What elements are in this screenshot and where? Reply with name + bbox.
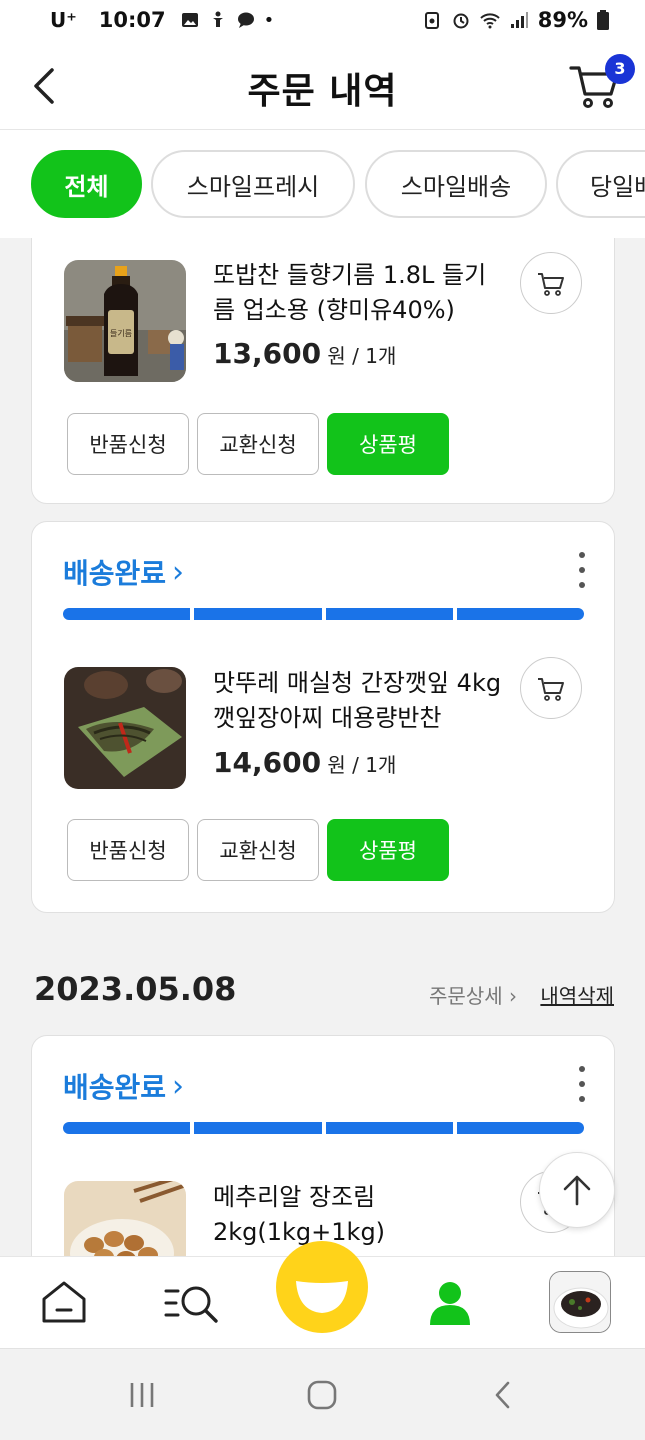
home-icon (42, 1281, 86, 1323)
order-list[interactable]: 들기름 또밥찬 들향기름 1.8L 들기름 업소용 (향미유40%) 13,60… (0, 238, 645, 1256)
scroll-to-top-button[interactable] (539, 1152, 615, 1228)
chevron-right-icon: › (172, 1068, 185, 1104)
signal-icon (510, 12, 528, 28)
category-search-icon (164, 1286, 218, 1323)
product-review-button[interactable]: 상품평 (327, 819, 449, 881)
notification-icons: • (180, 9, 275, 31)
product-thumbnail[interactable]: 들기름 (64, 260, 186, 382)
order-date: 2023.05.08 (34, 970, 237, 1008)
recent-apps-button[interactable] (122, 1377, 162, 1413)
add-to-cart-button[interactable] (520, 252, 582, 314)
smile-face-icon (296, 1281, 348, 1313)
delivery-progress-bar (63, 608, 584, 620)
add-to-cart-button[interactable] (520, 657, 582, 719)
person-icon (430, 1282, 470, 1325)
filter-chip-smile-delivery[interactable]: 스마일배송 (365, 150, 547, 218)
sesame-oil-image: 들기름 (64, 260, 186, 382)
chevron-right-icon: › (172, 554, 185, 590)
chat-icon (237, 12, 254, 28)
filter-chip-same-day[interactable]: 당일배 (556, 150, 645, 218)
price-value: 14,600 (213, 746, 322, 779)
system-status: 89% (422, 8, 609, 32)
return-request-button[interactable]: 반품신청 (67, 819, 189, 881)
status-bar: U⁺ 10:07 • 89% (0, 0, 645, 40)
more-options-button[interactable] (572, 1066, 592, 1102)
delivery-status-link[interactable]: 배송완료 › (63, 552, 184, 592)
recently-viewed-button[interactable] (549, 1271, 611, 1333)
page-title: 주문 내역 (247, 71, 398, 112)
system-home-button[interactable] (302, 1377, 342, 1413)
product-thumbnail[interactable] (64, 667, 186, 789)
product-name[interactable]: 메추리알 장조림 2kg(1kg+1kg) (213, 1180, 503, 1250)
recent-apps-icon (130, 1383, 154, 1407)
back-chevron-icon (495, 1381, 510, 1409)
nav-category-search[interactable] (162, 1275, 222, 1331)
more-options-button[interactable] (572, 552, 592, 588)
home-circle-icon (307, 1380, 337, 1410)
wifi-icon (480, 13, 500, 29)
cart-count-badge: 3 (605, 54, 635, 84)
battery-percent: 89% (537, 8, 588, 32)
battery-icon (597, 10, 609, 30)
delete-history-link[interactable]: 내역삭제 (540, 980, 614, 1009)
nav-home[interactable] (34, 1275, 94, 1331)
product-thumbnail[interactable] (64, 1181, 186, 1256)
filter-chips: 전체 스마일프레시 스마일배송 당일배 (0, 130, 645, 238)
accessibility-icon (212, 11, 223, 27)
product-price: 13,600 원 / 1개 (213, 337, 396, 370)
svg-text:들기름: 들기름 (110, 329, 132, 338)
filter-chip-smile-fresh[interactable]: 스마일프레시 (151, 150, 355, 218)
arrow-up-icon (563, 1175, 591, 1206)
delivery-status: 배송완료 (63, 557, 167, 590)
smile-home-button[interactable] (276, 1241, 368, 1333)
order-card: 배송완료 › 메추리알 장조림 2kg(1kg+1kg) (31, 1035, 615, 1256)
product-review-button[interactable]: 상품평 (327, 413, 449, 475)
system-back-button[interactable] (484, 1377, 524, 1413)
cart-icon (538, 678, 564, 701)
bottom-navigation (0, 1241, 645, 1348)
filter-chip-all[interactable]: 전체 (31, 150, 142, 218)
delivery-progress-bar (63, 1122, 584, 1134)
exchange-request-button[interactable]: 교환신청 (197, 819, 319, 881)
delivery-status: 배송완료 (63, 1071, 167, 1104)
screen: U⁺ 10:07 • 89% 주문 내역 3 전체 스마일프레시 스마일배송 당… (0, 0, 645, 1440)
alarm-icon (453, 13, 469, 29)
recycle-icon (424, 12, 439, 29)
dot-icon: • (263, 9, 275, 31)
system-navigation-bar (0, 1348, 645, 1440)
return-request-button[interactable]: 반품신청 (67, 413, 189, 475)
order-card: 들기름 또밥찬 들향기름 1.8L 들기름 업소용 (향미유40%) 13,60… (31, 238, 615, 504)
order-detail-link[interactable]: 주문상세 › (429, 980, 517, 1009)
exchange-request-button[interactable]: 교환신청 (197, 413, 319, 475)
cart-icon (538, 273, 564, 296)
product-name[interactable]: 맛뚜레 매실청 간장깻잎 4kg 깻잎장아찌 대용량반찬 (213, 666, 503, 736)
order-card: 배송완료 › 맛뚜레 매실청 간장깻잎 4kg 깻잎장아찌 대용량반찬 14,6… (31, 521, 615, 913)
product-name[interactable]: 또밥찬 들향기름 1.8L 들기름 업소용 (향미유40%) (213, 258, 503, 328)
price-unit: 원 / 1개 (321, 753, 397, 777)
status-time: 10:07 (98, 8, 166, 32)
delivery-status-link[interactable]: 배송완료 › (63, 1066, 184, 1106)
product-price: 14,600 원 / 1개 (213, 746, 396, 779)
recent-product-image (550, 1272, 610, 1332)
gallery-icon (181, 13, 198, 27)
carrier-label: U⁺ (50, 8, 77, 32)
quail-eggs-image (64, 1181, 186, 1256)
nav-my-page[interactable] (420, 1275, 480, 1331)
perilla-leaves-image (64, 667, 186, 789)
price-value: 13,600 (213, 337, 322, 370)
app-header: 주문 내역 3 (0, 40, 645, 130)
price-unit: 원 / 1개 (321, 344, 397, 368)
